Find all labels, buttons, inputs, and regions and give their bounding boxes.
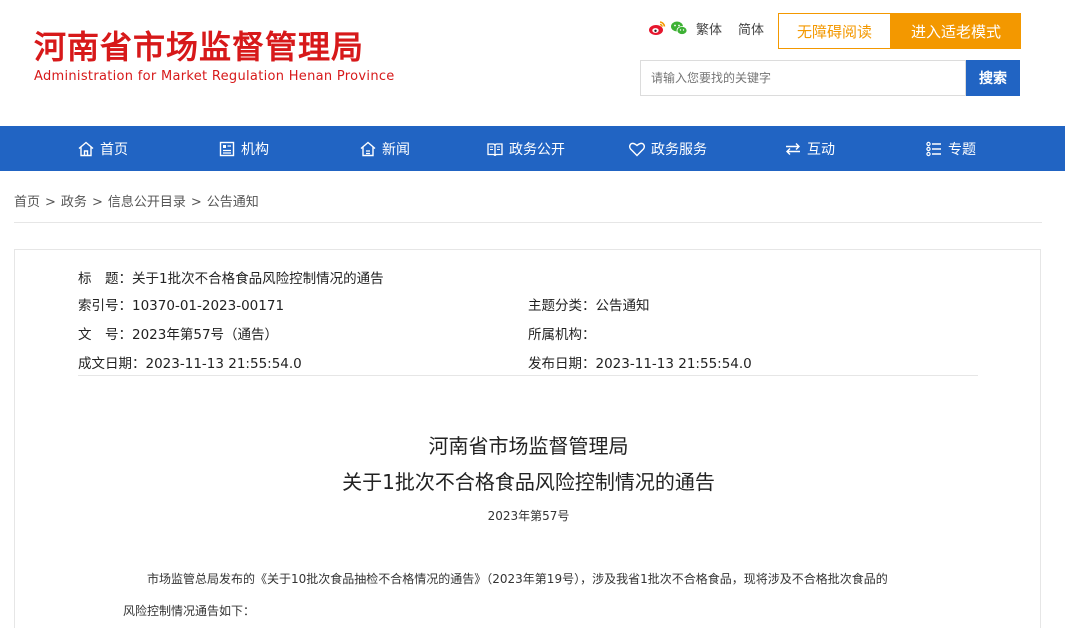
- home-icon: [78, 141, 94, 156]
- meta-category-row: 主题分类：公告通知: [528, 294, 650, 314]
- document-title-line2: 关于1批次不合格食品风险控制情况的通告: [342, 470, 715, 494]
- breadcrumb: 首页 > 政务 > 信息公开目录 > 公告通知: [14, 191, 259, 210]
- meta-docno-label: 文 号：: [78, 327, 132, 343]
- site-logo-title[interactable]: 河南省市场监督管理局: [34, 27, 364, 67]
- open-gov-icon: [487, 142, 503, 156]
- nav-item-label: 政务服务: [651, 141, 707, 158]
- site-logo-subtitle: Administration for Market Regulation Hen…: [34, 69, 395, 84]
- news-icon: [360, 141, 376, 156]
- nav-item-topic[interactable]: 专题: [925, 126, 976, 171]
- document-paragraph: 风险控制情况通告如下：: [123, 604, 256, 618]
- meta-published-label: 发布日期：: [528, 356, 596, 372]
- wechat-icon[interactable]: [670, 19, 688, 37]
- meta-created-value: 2023-11-13 21:55:54.0: [145, 356, 302, 372]
- nav-item-news[interactable]: 新闻: [359, 126, 410, 171]
- site-header: 河南省市场监督管理局 Administration for Market Reg…: [0, 0, 1065, 126]
- meta-category-label: 主题分类：: [528, 298, 596, 314]
- meta-created-row: 成文日期：2023-11-13 21:55:54.0: [78, 352, 302, 372]
- meta-title-value: 关于1批次不合格食品风险控制情况的通告: [132, 271, 384, 287]
- meta-created-label: 成文日期：: [78, 356, 146, 372]
- topic-icon: [926, 141, 941, 156]
- breadcrumb-notices[interactable]: 公告通知: [207, 195, 259, 210]
- meta-published-value: 2023-11-13 21:55:54.0: [595, 356, 752, 372]
- meta-title-row: 标 题：关于1批次不合格食品风险控制情况的通告: [78, 267, 384, 287]
- meta-org-row: 所属机构：: [528, 323, 596, 343]
- meta-category-value: 公告通知: [595, 298, 650, 314]
- meta-divider: [78, 375, 978, 376]
- nav-item-org[interactable]: 机构: [218, 126, 269, 171]
- interaction-icon: [786, 142, 800, 155]
- breadcrumb-gov[interactable]: 政务: [61, 195, 87, 210]
- nav-item-label: 互动: [807, 141, 835, 158]
- meta-docno-value: 2023年第57号（通告）: [132, 327, 279, 343]
- heart-icon: [628, 142, 646, 156]
- breadcrumb-separator: >: [190, 195, 202, 210]
- weibo-icon[interactable]: [648, 19, 666, 37]
- nav-item-label: 专题: [948, 141, 976, 158]
- org-icon: [219, 141, 235, 156]
- document-title-line1: 河南省市场监督管理局: [428, 434, 629, 458]
- search-button[interactable]: 搜索: [966, 60, 1020, 96]
- breadcrumb-divider: [14, 222, 1042, 223]
- nav-item-label: 新闻: [382, 141, 410, 158]
- nav-item-gov-service[interactable]: 政务服务: [628, 126, 707, 171]
- meta-published-row: 发布日期：2023-11-13 21:55:54.0: [528, 352, 752, 372]
- nav-item-label: 政务公开: [509, 141, 565, 158]
- nav-item-label: 机构: [241, 141, 269, 158]
- meta-title-label: 标 题：: [78, 271, 132, 287]
- accessible-reading-button[interactable]: 无障碍阅读: [778, 13, 891, 49]
- breadcrumb-separator: >: [45, 195, 56, 210]
- document-paragraph: 市场监管总局发布的《关于10批次食品抽检不合格情况的通告》（2023年第19号）…: [147, 572, 888, 586]
- breadcrumb-home[interactable]: 首页: [14, 195, 40, 210]
- nav-item-interaction[interactable]: 互动: [784, 126, 835, 171]
- main-nav: 首页 机构 新闻 政务公开 政务服务 互动 专题: [0, 126, 1065, 171]
- traditional-chinese-link[interactable]: 繁体: [696, 19, 722, 38]
- article-container: 标 题：关于1批次不合格食品风险控制情况的通告 索引号：10370-01-202…: [14, 249, 1041, 628]
- breadcrumb-separator: >: [91, 195, 103, 210]
- elder-mode-button[interactable]: 进入适老模式: [891, 13, 1021, 49]
- meta-index-row: 索引号：10370-01-2023-00171: [78, 294, 284, 314]
- meta-org-label: 所属机构：: [528, 327, 596, 343]
- nav-item-open-gov[interactable]: 政务公开: [486, 126, 565, 171]
- nav-item-label: 首页: [100, 141, 128, 158]
- meta-index-label: 索引号：: [78, 298, 132, 314]
- top-links: 繁体 简体: [648, 18, 776, 38]
- meta-index-value: 10370-01-2023-00171: [132, 298, 285, 314]
- document-number: 2023年第57号: [487, 509, 570, 523]
- meta-docno-row: 文 号：2023年第57号（通告）: [78, 323, 278, 343]
- search-input[interactable]: [640, 60, 966, 96]
- breadcrumb-catalog[interactable]: 信息公开目录: [108, 195, 186, 210]
- nav-item-home[interactable]: 首页: [77, 126, 128, 171]
- simplified-chinese-link[interactable]: 简体: [738, 19, 764, 38]
